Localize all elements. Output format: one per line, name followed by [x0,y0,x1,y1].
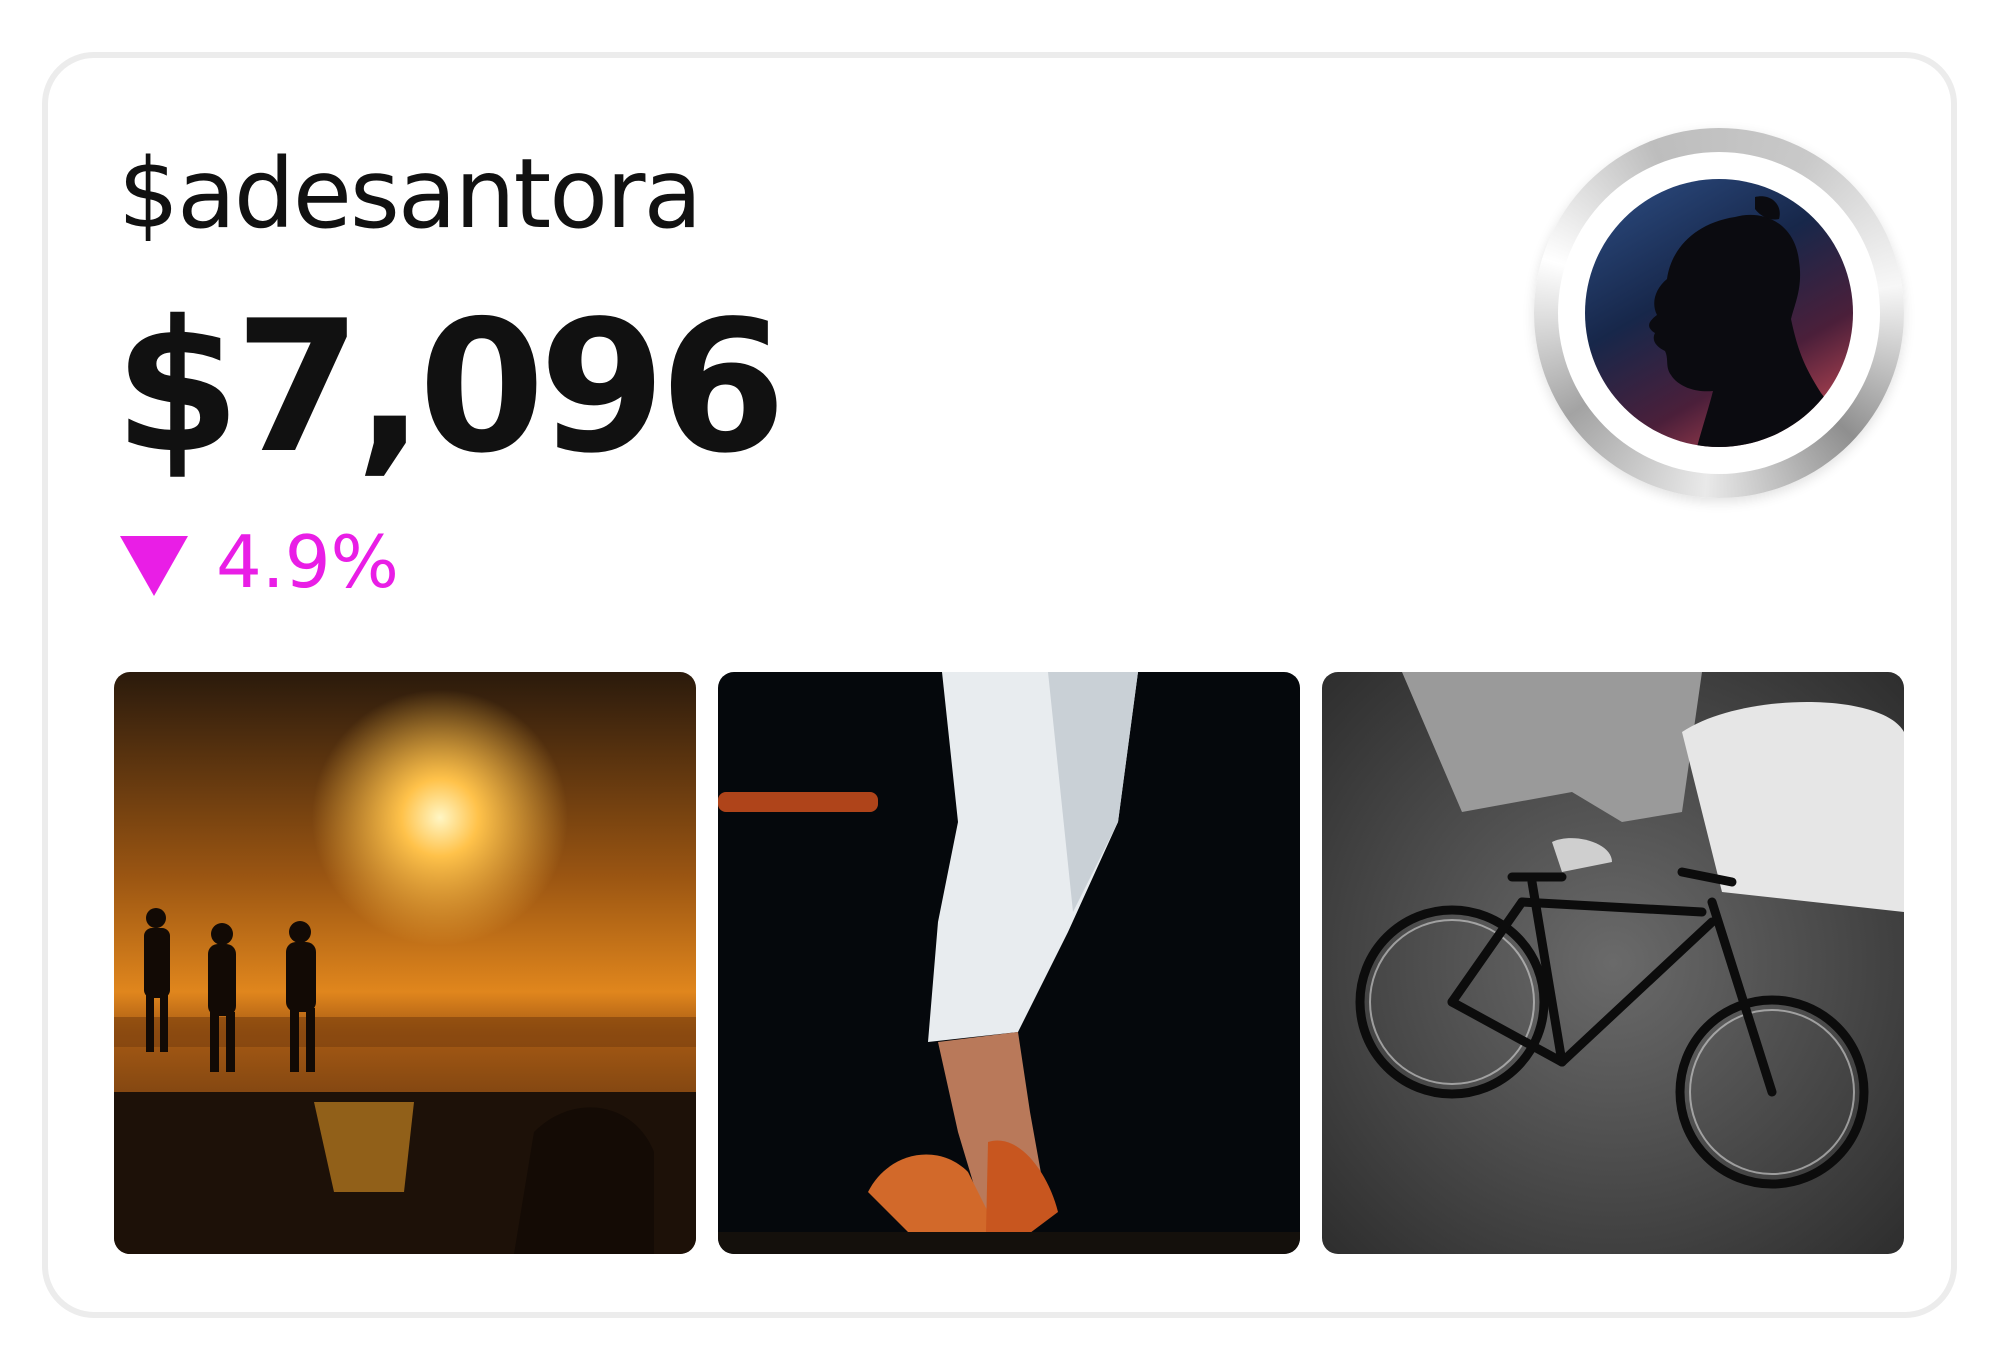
person-silhouette-icon [1585,179,1853,447]
balance-amount: $7,096 [114,281,786,493]
bicycle-street-photo[interactable] [1322,672,1904,1254]
change-percent: 4.9% [216,520,399,604]
balance-change: 4.9% [120,520,399,604]
sunset-beach-photo[interactable] [114,672,696,1254]
profile-card[interactable]: $adesantora $7,096 4.9% [42,52,1957,1318]
avatar[interactable] [1534,128,1904,498]
photo-gallery [114,672,1904,1254]
cashtag-handle: $adesantora [118,138,702,250]
high-heels-walking-photo[interactable] [718,672,1300,1254]
triangle-down-icon [120,536,188,596]
